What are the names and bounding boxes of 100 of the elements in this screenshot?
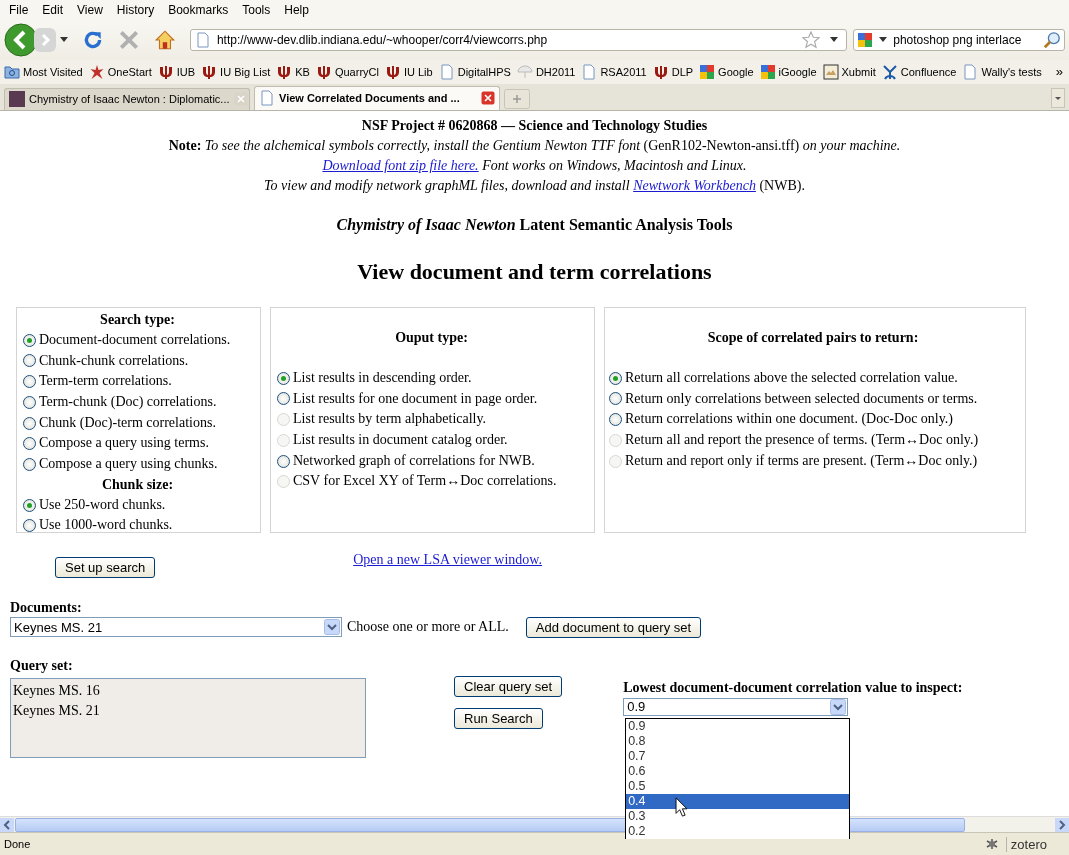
radio-button[interactable] (23, 375, 36, 389)
bookmark-item[interactable]: IUB (157, 63, 196, 80)
bookmark-item[interactable]: DLP (652, 63, 694, 80)
search-icon[interactable] (1043, 30, 1061, 49)
close-icon[interactable] (481, 91, 495, 106)
dropdown-option[interactable]: 0.7 (626, 748, 850, 764)
caret-icon[interactable] (60, 37, 68, 43)
browser-tab[interactable]: View Correlated Documents and ... (254, 85, 500, 110)
bookmark-item[interactable]: KB (276, 63, 310, 80)
query-set-label: Query set: (10, 657, 74, 674)
radio-option[interactable]: Return only correlations between selected documents or terms. (609, 388, 1017, 410)
radio-option[interactable]: Document-document correlations. (23, 329, 252, 351)
bookmark-item[interactable]: Wally's tests (962, 63, 1042, 80)
page-icon (581, 63, 598, 80)
dropdown-option[interactable]: 0.4 (626, 793, 850, 809)
radio-option[interactable]: Return correlations within one document. (Doc-Doc only.) (609, 409, 1017, 430)
query-set-list[interactable]: Keynes MS. 16 Keynes MS. 21 (10, 677, 366, 758)
bookmark-item[interactable]: iGoogle (759, 63, 817, 80)
dropdown-option[interactable]: 0.5 (626, 778, 850, 794)
zotero-button[interactable]: zotero (1005, 836, 1051, 852)
new-viewer-link[interactable]: Open a new LSA viewer window. (353, 552, 543, 569)
setup-search-button[interactable]: Set up search (55, 556, 156, 578)
bookmark-item[interactable]: Confluence (881, 63, 957, 80)
radio-option[interactable]: Chunk-chunk correlations. (23, 350, 252, 372)
scroll-right-icon[interactable] (1055, 817, 1069, 832)
radio-button[interactable] (23, 416, 36, 430)
page-heading: View document and term correlations (356, 258, 713, 285)
radio-option[interactable]: Compose a query using chunks. (23, 454, 252, 475)
menu-item[interactable]: History (109, 3, 162, 17)
run-search-button[interactable]: Run Search (454, 707, 543, 729)
clear-query-set-button[interactable]: Clear query set (454, 675, 563, 697)
dropdown-option[interactable]: 0.9 (626, 718, 850, 734)
radio-button[interactable] (609, 371, 622, 385)
radio-button[interactable] (23, 354, 36, 368)
dropdown-option[interactable]: 0.8 (626, 733, 850, 749)
add-document-button[interactable]: Add document to query set (525, 616, 702, 638)
bookmark-item[interactable]: QuarryCl (315, 63, 379, 80)
radio-option[interactable]: Compose a query using terms. (23, 433, 252, 455)
bookmark-item[interactable]: Google (699, 63, 754, 80)
bookmark-item[interactable]: Most Visited (4, 63, 83, 80)
radio-button[interactable] (23, 437, 36, 451)
documents-dropdown[interactable]: Keynes MS. 21 (10, 617, 342, 638)
radio-button[interactable] (23, 395, 36, 409)
radio-option[interactable]: List results in descending order. (277, 367, 586, 389)
radio-button[interactable] (609, 392, 622, 406)
scroll-left-icon[interactable] (0, 817, 14, 832)
colored-squares-icon (699, 63, 716, 80)
bookmark-item[interactable]: IU Lib (384, 63, 433, 80)
menu-item[interactable]: File (2, 3, 36, 17)
bookmark-item[interactable]: OneStart (88, 63, 152, 80)
radio-option[interactable]: Return all correlations above the selected correlation value. (609, 367, 1017, 389)
radio-option[interactable]: Networked graph of correlations for NWB. (277, 450, 586, 472)
radio-option[interactable]: Chunk (Doc)-term correlations. (23, 412, 252, 434)
option-label: Return only correlations between selected documents or terms. (625, 389, 978, 408)
menu-item[interactable]: View (70, 3, 110, 17)
option-label: Compose a query using chunks. (39, 455, 218, 474)
caret-icon[interactable] (879, 37, 888, 43)
radio-option[interactable]: Use 250-word chunks. (23, 494, 252, 516)
home-icon[interactable] (153, 28, 176, 51)
address-bar[interactable]: http://www-dev.dlib.indiana.edu/~whooper/corr4/viewcorrs.php (189, 28, 848, 51)
bookmark-item[interactable]: RSA2011 (581, 63, 647, 80)
bookmark-item[interactable]: IU Big List (201, 63, 271, 80)
browser-tab[interactable]: Chymistry of Isaac Newton : Diplomatic... (4, 87, 250, 110)
bookmarks-overflow-button[interactable]: » (1055, 64, 1063, 80)
documents-hint: Choose one or more or ALL. (347, 619, 509, 636)
radio-option[interactable]: Term-term correlations. (23, 371, 252, 392)
trident-icon (652, 63, 669, 80)
download-link[interactable]: Download font zip file here. (322, 157, 479, 173)
page-icon (259, 90, 275, 107)
radio-button[interactable] (277, 371, 290, 385)
bookmark-item[interactable]: DH2011 (516, 63, 576, 80)
correlation-dropdown[interactable]: 0.9 (623, 697, 849, 716)
font-note: Note: To see the alchemical symbols correctly, install the Gentium Newton TTF font (GenR102-Newton-ansi.tff) on your machine. (167, 136, 902, 155)
menu-item[interactable]: Bookmarks (161, 3, 236, 17)
radio-button[interactable] (23, 519, 36, 533)
radio-option[interactable]: List results for one document in page order. (277, 388, 586, 410)
radio-button[interactable] (23, 333, 36, 347)
radio-button[interactable] (23, 498, 36, 512)
menu-item[interactable]: Help (277, 3, 316, 17)
query-set-item[interactable]: Keynes MS. 21 (13, 700, 363, 721)
menu-item[interactable]: Edit (35, 3, 71, 17)
menu-item[interactable]: Tools (235, 3, 278, 17)
nwb-link[interactable]: Newtwork Workbench (633, 177, 756, 193)
dropdown-option[interactable]: 0.3 (626, 808, 850, 824)
radio-button[interactable] (277, 454, 290, 468)
dropdown-option[interactable]: 0.6 (626, 763, 850, 779)
radio-option[interactable]: Term-chunk (Doc) correlations. (23, 391, 252, 413)
documents-label: Documents: (10, 599, 83, 616)
radio-button[interactable] (277, 392, 290, 406)
search-field[interactable]: photoshop png interlace (853, 28, 1065, 51)
bookmark-item[interactable]: DigitalHPS (438, 63, 511, 80)
star-icon[interactable] (802, 30, 821, 49)
dropdown-option[interactable]: 0.2 (626, 823, 850, 839)
radio-button[interactable] (23, 457, 36, 471)
bookmark-item[interactable]: Xubmit (822, 63, 876, 80)
radio-option[interactable]: Use 1000-word chunks. (23, 515, 252, 537)
option-label: Use 1000-word chunks. (39, 516, 173, 535)
query-set-item[interactable]: Keynes MS. 16 (13, 680, 363, 701)
caret-icon[interactable] (830, 37, 839, 43)
radio-button[interactable] (609, 413, 622, 427)
